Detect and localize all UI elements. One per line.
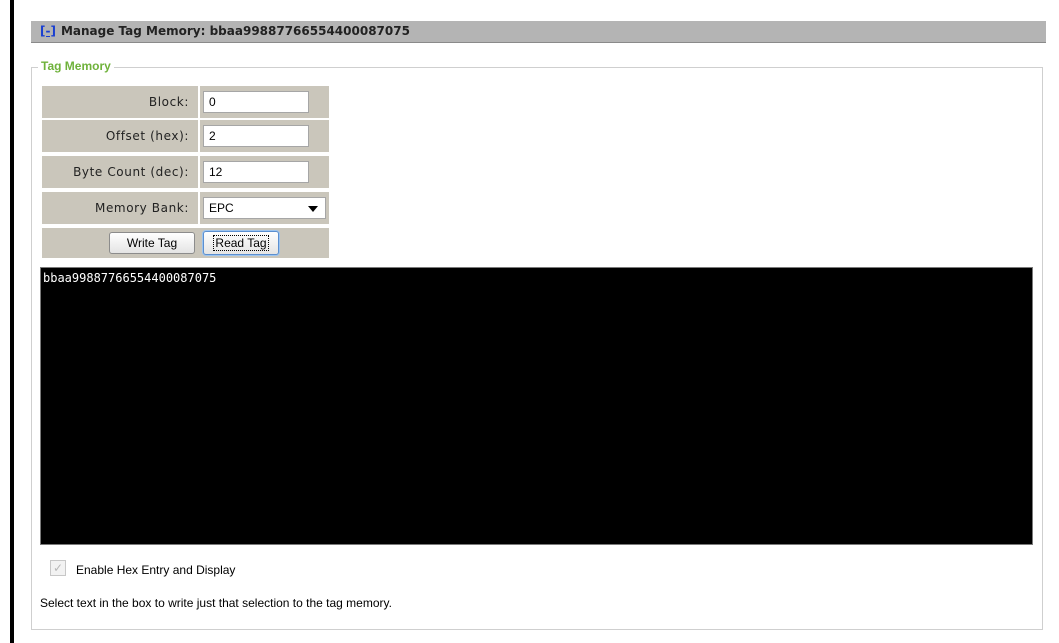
help-text: Select text in the box to write just tha…	[40, 596, 392, 610]
collapse-toggle[interactable]: [-]	[40, 24, 56, 38]
chevron-down-icon	[308, 206, 318, 212]
offset-cell	[200, 120, 329, 152]
left-border	[10, 0, 14, 643]
byte-count-input[interactable]	[203, 161, 309, 183]
block-input[interactable]	[203, 91, 309, 113]
memory-bank-select[interactable]: EPC	[203, 197, 326, 219]
read-tag-label: Read Tag	[213, 235, 269, 251]
fieldset-legend: Tag Memory	[38, 58, 114, 74]
memory-bank-row: Memory Bank: EPC	[42, 192, 329, 224]
write-tag-button[interactable]: Write Tag	[109, 232, 195, 254]
tag-memory-textarea[interactable]: bbaa99887766554400087075	[40, 267, 1033, 545]
hex-checkbox[interactable]: ✓	[50, 560, 66, 576]
memory-bank-label: Memory Bank:	[42, 192, 198, 224]
memory-bank-cell: EPC	[200, 192, 329, 224]
block-label: Block:	[42, 86, 198, 118]
offset-input[interactable]	[203, 125, 309, 147]
write-tag-label: Write Tag	[126, 236, 178, 250]
byte-count-cell	[200, 156, 329, 188]
hex-checkbox-label: Enable Hex Entry and Display	[76, 563, 236, 577]
checkmark-icon: ✓	[52, 561, 64, 575]
block-row: Block:	[42, 86, 329, 118]
memory-bank-value: EPC	[209, 201, 234, 215]
button-row: Write Tag Read Tag	[42, 228, 329, 258]
section-header: [-] Manage Tag Memory: bbaa99887766554400…	[31, 21, 1046, 43]
byte-count-row: Byte Count (dec):	[42, 156, 329, 188]
page-title: Manage Tag Memory: bbaa99887766554400087…	[60, 24, 410, 38]
byte-count-label: Byte Count (dec):	[42, 156, 198, 188]
block-cell	[200, 86, 329, 118]
read-tag-button[interactable]: Read Tag	[203, 231, 279, 255]
offset-row: Offset (hex):	[42, 120, 329, 152]
offset-label: Offset (hex):	[42, 120, 198, 152]
